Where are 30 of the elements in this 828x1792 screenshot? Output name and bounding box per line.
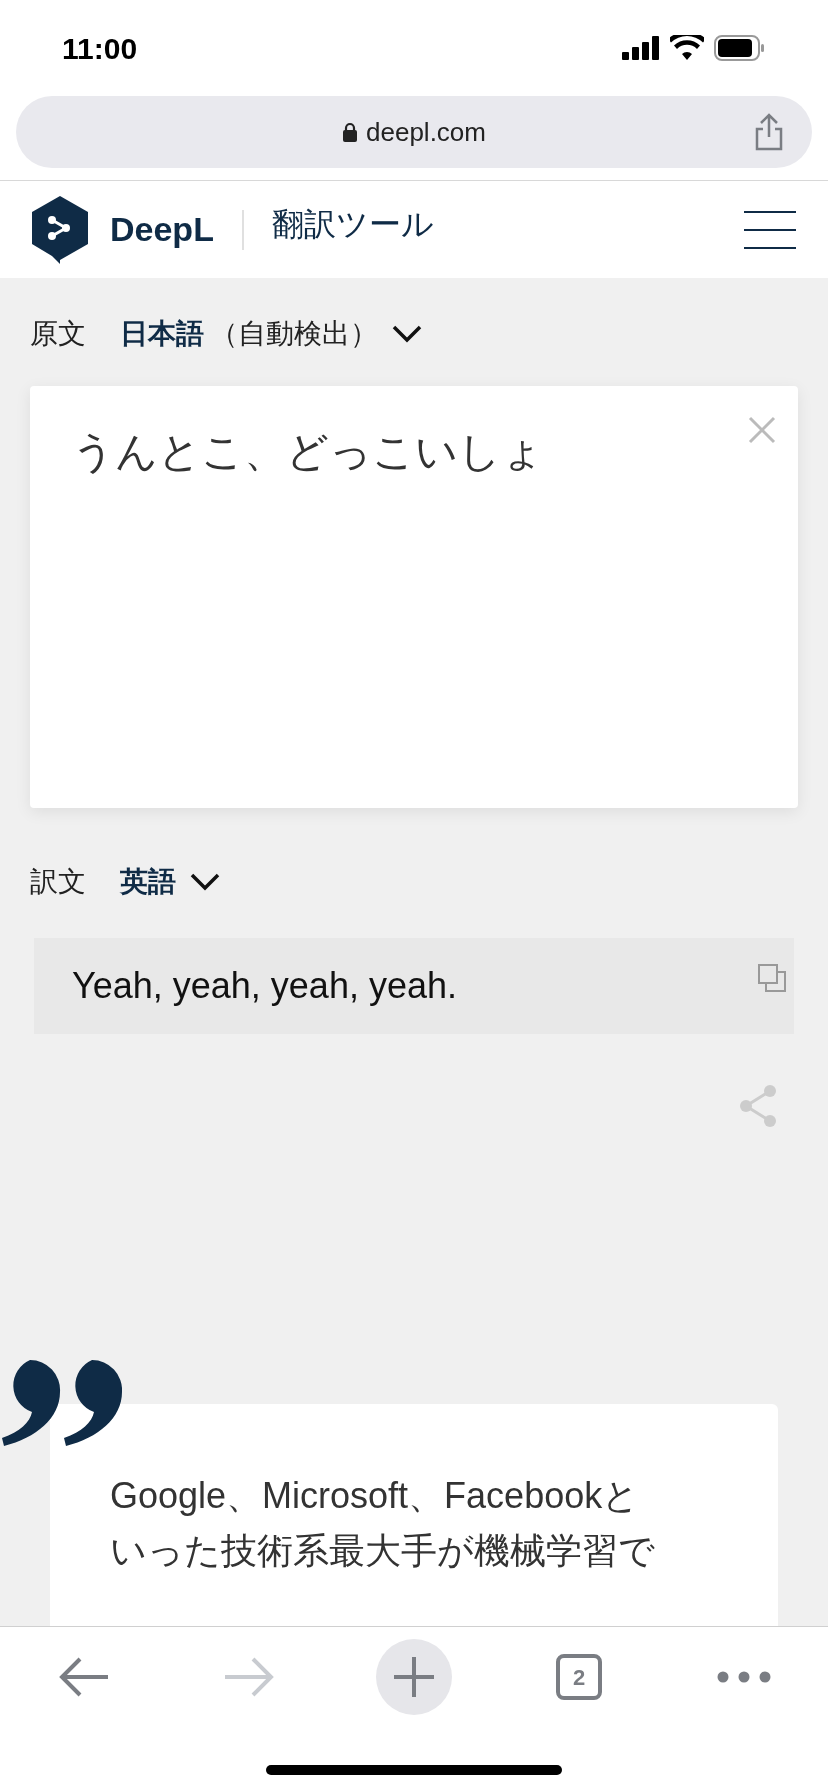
page-subtitle: 翻訳ツール [271, 204, 434, 244]
chevron-down-icon [392, 325, 422, 343]
brand-name: DeepL [110, 209, 214, 250]
target-label: 訳文 [30, 865, 86, 899]
status-time: 11:00 [62, 30, 138, 67]
copy-icon[interactable] [758, 964, 786, 992]
chevron-down-icon [190, 873, 220, 891]
arrow-left-icon [58, 1657, 110, 1697]
wifi-icon [670, 35, 704, 61]
share-icon[interactable] [754, 113, 784, 151]
close-icon[interactable] [748, 416, 776, 444]
address-bar[interactable]: deepl.com [16, 96, 812, 168]
arrow-right-icon [223, 1657, 275, 1697]
quote-text: Google、Microsoft、Facebookと [110, 1474, 641, 1518]
plus-icon [392, 1655, 436, 1699]
tabs-button[interactable]: 2 [556, 1654, 602, 1700]
source-text-field[interactable]: うんとこ、どっこいしょ [30, 386, 798, 808]
lock-icon [342, 122, 358, 142]
target-language-select[interactable]: 英語 [120, 861, 220, 903]
more-icon [717, 1671, 771, 1683]
translation-output: Yeah, yeah, yeah, yeah. [34, 938, 794, 1034]
quote-text: いった技術系最大手が機械学習で [110, 1529, 656, 1573]
menu-button[interactable] [744, 210, 796, 249]
signal-icon [622, 36, 660, 60]
source-label: 原文 [30, 317, 86, 351]
url-text: deepl.com [366, 115, 486, 149]
battery-icon [714, 35, 766, 61]
logo-icon [32, 195, 88, 264]
quote-mark-icon [0, 1360, 122, 1446]
source-language-select[interactable]: 日本語 （自動検出） [120, 313, 422, 355]
